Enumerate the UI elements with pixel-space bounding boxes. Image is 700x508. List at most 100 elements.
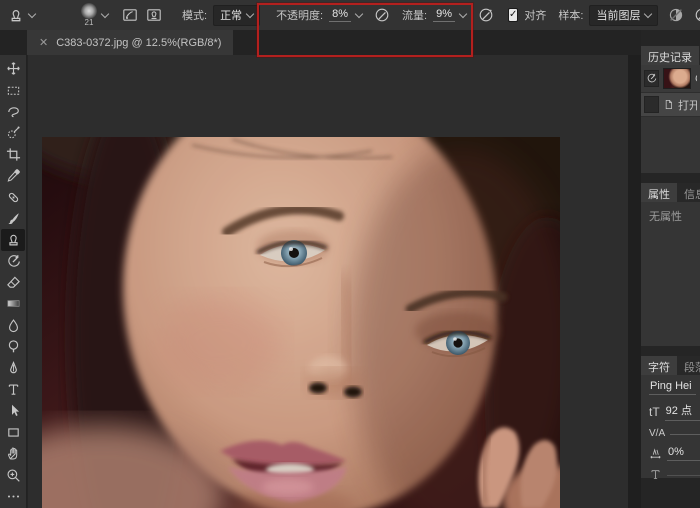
tool-type[interactable] [1,379,25,400]
snapshot-name: C383-0372.jpg [695,73,697,85]
clone-stamp-icon [6,232,21,247]
history-state-well[interactable] [644,96,659,113]
tool-dodge[interactable] [1,336,25,357]
eraser-icon [6,275,21,290]
tab-character[interactable]: 字符 [641,356,677,375]
panel-gutter [628,55,641,508]
tool-quick-select[interactable] [1,122,25,143]
tab-paragraph[interactable]: 段落 [677,356,700,375]
tool-marquee[interactable] [1,79,25,100]
font-size-field[interactable]: 92 点 [665,402,700,421]
hand-icon [6,446,21,461]
tool-preset-chevron-icon[interactable] [28,10,36,18]
canvas-area[interactable] [28,55,628,508]
align-label: 对齐 [524,7,546,23]
move-icon [6,61,21,76]
scale-field[interactable] [667,473,700,476]
close-tab-icon[interactable]: ✕ [39,36,48,49]
history-panel-header: 历史记录 [641,46,700,65]
mode-value: 正常 [220,7,242,23]
properties-panel-body: 无属性 [641,202,700,346]
mode-label: 模式: [182,7,207,23]
tool-rectangle[interactable] [1,422,25,443]
tab-properties[interactable]: 属性 [641,183,677,202]
tool-lasso[interactable] [1,101,25,122]
character-panel-header: 字符 段落 [641,356,700,375]
tool-move[interactable] [1,58,25,79]
type-icon [6,382,21,397]
airbrush-icon[interactable] [478,7,494,23]
tool-zoom[interactable] [1,464,25,485]
tool-preset-clone-stamp-icon[interactable] [8,7,24,23]
properties-panel-header: 属性 信息 [641,183,700,202]
brush-picker-chevron-icon[interactable] [101,10,109,18]
history-brush-source-well[interactable] [644,70,659,87]
brush-settings-panel-icon[interactable] [122,7,138,23]
tab-info[interactable]: 信息 [677,183,700,202]
dodge-icon [6,339,21,354]
clone-source-panel-icon[interactable] [146,7,162,23]
eyedropper-icon [6,168,21,183]
tracking-field[interactable]: 0% [667,446,700,461]
flow-label: 流量: [402,7,427,23]
sample-chevron-icon [644,10,652,18]
mode-dropdown[interactable]: 正常 [213,5,260,26]
right-panel-column: 历史记录 C383-0372.jpg 打开 属性 信息 无属性 [641,30,700,508]
scale-row-partial [641,463,700,483]
sample-dropdown[interactable]: 当前图层 [589,5,658,26]
portrait-image [42,137,560,508]
tool-healing-brush[interactable] [1,186,25,207]
history-panel-body: C383-0372.jpg 打开 [641,65,700,173]
options-bar: 21 模式: 正常 不透明度: 8% 流量: 9% ✓ 对齐 样本: 当前图层 [0,0,700,31]
edit-toolbar-icon [6,489,21,504]
document-icon [663,99,674,110]
kerning-row: V/A [641,423,700,441]
ignore-adjustment-layers-icon[interactable] [668,7,684,23]
tool-clone-stamp[interactable] [1,229,25,250]
pressure-size-icon[interactable] [694,7,700,23]
kerning-icon: V/A [649,428,665,439]
font-family-field[interactable]: Ping Hei [649,380,696,395]
kerning-field[interactable] [670,432,700,435]
flow-value[interactable]: 9% [433,8,455,22]
brush-tip-preview-icon [81,3,97,19]
no-properties-text: 无属性 [641,202,700,230]
document-title: C383-0372.jpg @ 12.5%(RGB/8*) [56,37,221,49]
opacity-value[interactable]: 8% [329,8,351,22]
tool-edit-toolbar[interactable] [1,486,25,507]
font-family-row: Ping Hei [641,375,700,397]
lasso-icon [6,104,21,119]
tool-eyedropper[interactable] [1,165,25,186]
history-snapshot-row[interactable]: C383-0372.jpg [641,65,700,93]
tool-crop[interactable] [1,144,25,165]
canvas-photo[interactable] [42,137,560,508]
history-brush-icon [646,73,657,84]
document-tab[interactable]: ✕ C383-0372.jpg @ 12.5%(RGB/8*) [27,30,233,55]
font-size-row: tT 92 点 [641,397,700,423]
tool-history-brush[interactable] [1,251,25,272]
healing-brush-icon [6,190,21,205]
tool-blur[interactable] [1,315,25,336]
flow-chevron-icon[interactable] [459,10,467,18]
pressure-opacity-icon[interactable] [374,7,390,23]
brush-preset-picker[interactable]: 21 [81,3,97,27]
history-state-open-row[interactable]: 打开 [641,93,700,117]
blur-icon [6,318,21,333]
zoom-icon [6,468,21,483]
tool-gradient[interactable] [1,293,25,314]
tool-eraser[interactable] [1,272,25,293]
tool-pen[interactable] [1,357,25,378]
brush-size-value: 21 [85,19,94,27]
pen-icon [6,361,21,376]
tool-hand[interactable] [1,443,25,464]
snapshot-thumbnail[interactable] [663,68,691,89]
quick-select-icon [6,125,21,140]
tab-history[interactable]: 历史记录 [641,46,699,65]
tool-brush[interactable] [1,208,25,229]
rectangle-icon [6,425,21,440]
opacity-chevron-icon[interactable] [355,10,363,18]
font-size-icon: tT [649,405,660,419]
align-checkbox[interactable]: ✓ [508,8,518,22]
history-brush-icon [6,254,21,269]
tool-path-select[interactable] [1,400,25,421]
